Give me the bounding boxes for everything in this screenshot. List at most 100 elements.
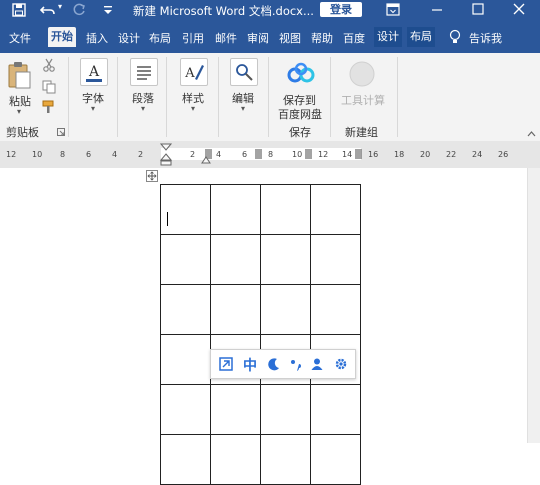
ruler-tick: 18	[394, 150, 405, 159]
table-cell[interactable]	[260, 434, 311, 485]
lightbulb-icon[interactable]	[449, 29, 461, 45]
copy-icon[interactable]	[42, 80, 56, 94]
styles-dropdown-icon[interactable]: ▾	[191, 104, 195, 113]
font-dropdown-icon[interactable]: ▾	[91, 104, 95, 113]
paragraph-dropdown-icon[interactable]: ▾	[141, 104, 145, 113]
table-cell[interactable]	[260, 284, 311, 335]
tab-view[interactable]: 视图	[279, 30, 301, 46]
gear-icon[interactable]	[334, 357, 348, 371]
tab-layout[interactable]: 布局	[149, 30, 171, 46]
indent-marker-icon[interactable]	[160, 143, 172, 167]
collapse-ribbon-icon[interactable]	[527, 130, 536, 137]
ruler-tick: 6	[86, 150, 92, 159]
column-marker[interactable]	[255, 149, 262, 159]
table-cell[interactable]	[310, 384, 361, 435]
ruler-tick: 10	[292, 150, 303, 159]
table-cell[interactable]	[160, 184, 211, 235]
undo-icon[interactable]	[40, 3, 56, 17]
text-cursor	[167, 211, 168, 226]
dialog-launcher-icon[interactable]	[57, 128, 65, 136]
minimize-icon[interactable]	[431, 5, 443, 15]
font-button[interactable]: A	[80, 58, 108, 86]
right-indent-marker-icon[interactable]	[201, 156, 211, 164]
cut-icon[interactable]	[42, 58, 56, 72]
table-cell[interactable]	[160, 384, 211, 435]
table-cell[interactable]	[310, 434, 361, 485]
moon-icon[interactable]	[267, 357, 281, 371]
save-to-baidu-line2[interactable]: 百度网盘	[278, 106, 322, 122]
font-icon: A	[86, 64, 102, 82]
close-icon[interactable]	[513, 3, 525, 15]
ruler-tick: 6	[242, 150, 248, 159]
login-button[interactable]: 登录	[320, 2, 362, 17]
tool-calc-label[interactable]: 工具计算	[341, 92, 385, 108]
user-icon[interactable]	[310, 357, 324, 371]
ime-toolbar: 中	[210, 349, 356, 379]
table-cell[interactable]	[160, 284, 211, 335]
table-cell[interactable]	[210, 234, 261, 285]
table-cell[interactable]	[160, 234, 211, 285]
table-cell[interactable]	[260, 234, 311, 285]
document-table[interactable]	[160, 184, 361, 485]
paragraph-button[interactable]	[130, 58, 158, 86]
table-cell[interactable]	[160, 434, 211, 485]
table-cell[interactable]	[210, 284, 261, 335]
vertical-scrollbar[interactable]	[527, 168, 540, 443]
column-marker[interactable]	[305, 149, 312, 159]
tab-home[interactable]: 开始	[48, 27, 76, 47]
undo-dropdown-icon[interactable]: ▾	[58, 2, 62, 11]
new-group-label: 新建组	[345, 126, 378, 139]
table-cell[interactable]	[210, 384, 261, 435]
paste-icon[interactable]	[6, 60, 32, 90]
table-row	[160, 434, 361, 485]
redo-icon[interactable]	[72, 3, 86, 17]
ime-chinese-mode[interactable]: 中	[243, 355, 257, 375]
tab-help[interactable]: 帮助	[311, 30, 333, 46]
customize-toolbar-icon[interactable]	[103, 5, 113, 15]
ruler-tick: 10	[32, 150, 43, 159]
table-cell[interactable]	[260, 184, 311, 235]
maximize-icon[interactable]	[472, 3, 484, 15]
save-icon[interactable]	[12, 3, 26, 17]
group-separator	[68, 57, 69, 137]
table-cell[interactable]	[210, 434, 261, 485]
tab-table-layout[interactable]: 布局	[407, 27, 435, 47]
tab-insert[interactable]: 插入	[86, 30, 108, 46]
ruler-tick: 12	[318, 150, 329, 159]
table-row	[160, 234, 361, 285]
tab-baidu[interactable]: 百度	[343, 30, 365, 46]
ruler-tick: 14	[342, 150, 353, 159]
group-separator	[330, 57, 331, 137]
ribbon-display-options-icon[interactable]	[386, 3, 400, 16]
ruler-tick: 8	[268, 150, 274, 159]
document-title: 新建 Microsoft Word 文档.docx...	[133, 4, 314, 18]
format-painter-icon[interactable]	[42, 100, 56, 114]
table-cell[interactable]	[260, 384, 311, 435]
tab-file[interactable]: 文件	[9, 30, 31, 46]
punctuation-icon[interactable]	[289, 357, 303, 371]
table-row	[160, 384, 361, 435]
ime-switch-icon[interactable]	[219, 357, 233, 371]
tab-mailings[interactable]: 邮件	[215, 30, 237, 46]
tab-table-design[interactable]: 设计	[374, 27, 402, 47]
table-move-handle-icon[interactable]	[146, 170, 158, 182]
styles-button[interactable]: A	[180, 58, 208, 86]
column-marker[interactable]	[355, 149, 362, 159]
search-icon	[236, 64, 253, 81]
tab-design[interactable]: 设计	[118, 30, 140, 46]
tab-references[interactable]: 引用	[182, 30, 204, 46]
editing-button[interactable]	[230, 58, 258, 86]
tab-review[interactable]: 审阅	[247, 30, 269, 46]
tool-calc-icon[interactable]	[348, 60, 376, 88]
tell-me-search[interactable]: 告诉我	[469, 30, 502, 46]
editing-dropdown-icon[interactable]: ▾	[241, 104, 245, 113]
table-cell[interactable]	[310, 234, 361, 285]
table-row	[160, 184, 361, 235]
group-separator	[218, 57, 219, 137]
paste-dropdown-icon[interactable]: ▾	[17, 107, 21, 116]
table-cell[interactable]	[210, 184, 261, 235]
table-cell[interactable]	[310, 184, 361, 235]
table-cell[interactable]	[310, 284, 361, 335]
baidu-netdisk-icon[interactable]	[287, 62, 315, 84]
table-cell[interactable]	[160, 334, 211, 385]
